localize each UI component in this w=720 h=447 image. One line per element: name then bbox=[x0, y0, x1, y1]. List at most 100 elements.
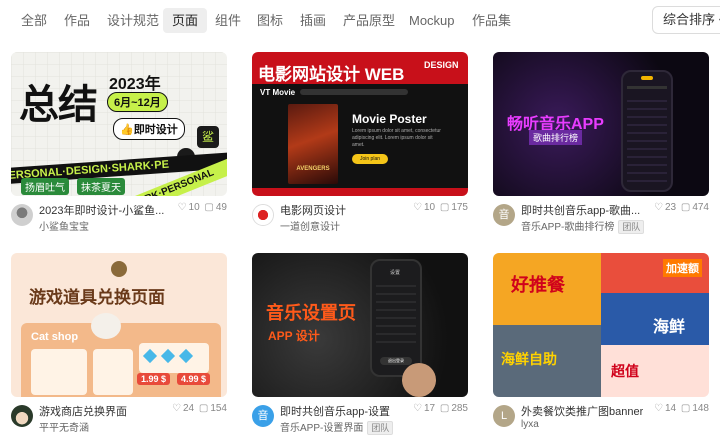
avatar[interactable]: 音 bbox=[493, 204, 515, 226]
comment-icon[interactable]: ▢ bbox=[199, 403, 208, 414]
card-title[interactable]: 游戏商店兑换界面 bbox=[39, 403, 127, 419]
card-thumbnail[interactable]: 音乐设置页 APP 设计 设置 退出登录 bbox=[252, 253, 468, 397]
price-tag: 1.99 $ bbox=[137, 373, 171, 385]
banner-text: 超值 bbox=[611, 363, 639, 379]
summary-headline: 总结 bbox=[19, 83, 98, 127]
music-sub: 歌曲排行榜 bbox=[529, 130, 583, 145]
tab-pages[interactable]: 页面 bbox=[163, 8, 208, 33]
card-author[interactable]: 平平无奇涵 bbox=[39, 419, 89, 434]
tab-components[interactable]: 组件 bbox=[206, 8, 250, 33]
sort-dropdown[interactable]: 综合排序▾ bbox=[652, 6, 720, 34]
nav-bar bbox=[300, 89, 408, 95]
tag-chip: 抹茶夏天 bbox=[77, 178, 125, 195]
jishi-badge: 👍即时设计 bbox=[113, 118, 185, 140]
heart-icon[interactable]: ♡ bbox=[413, 403, 422, 414]
avatar[interactable] bbox=[252, 204, 274, 226]
tab-works[interactable]: 作品 bbox=[55, 8, 99, 33]
card-author[interactable]: 音乐APP-设置界面 团队 bbox=[280, 419, 394, 435]
category-tabbar: 全部 作品 设计规范 页面 组件 图标 插画 产品原型 Mockup 作品集 综… bbox=[0, 0, 720, 42]
settings-sub: APP 设计 bbox=[268, 329, 320, 343]
card-stats: ♡ 24 ▢ 154 bbox=[170, 403, 227, 414]
avatar[interactable] bbox=[11, 204, 33, 226]
card-stats: ♡ 10 ▢ 49 bbox=[176, 202, 227, 213]
card-title[interactable]: 即时共创音乐app-设置 bbox=[280, 403, 390, 419]
side-badge: 鲨 bbox=[197, 126, 219, 148]
tab-icons[interactable]: 图标 bbox=[248, 8, 292, 33]
tab-illustrations[interactable]: 插画 bbox=[291, 8, 335, 33]
tab-mockup[interactable]: Mockup bbox=[400, 8, 464, 33]
card-title[interactable]: 外卖餐饮类推广图banner bbox=[521, 403, 643, 419]
site-brand: VT Movie bbox=[260, 88, 296, 97]
heart-icon[interactable]: ♡ bbox=[654, 202, 663, 213]
banner-text: 海鲜自助 bbox=[501, 351, 557, 367]
avatar[interactable] bbox=[11, 405, 33, 427]
heart-icon[interactable]: ♡ bbox=[172, 403, 181, 414]
tab-prototypes[interactable]: 产品原型 bbox=[334, 8, 404, 33]
card-title[interactable]: 2023年即时设计-小鲨鱼... bbox=[39, 202, 164, 218]
year-label: 2023年 bbox=[109, 76, 161, 93]
card-author[interactable]: lyxa bbox=[521, 419, 539, 430]
design-tag: DESIGN bbox=[424, 60, 459, 70]
comment-icon[interactable]: ▢ bbox=[440, 403, 449, 414]
heart-icon[interactable]: ♡ bbox=[413, 202, 422, 213]
range-badge: 6月~12月 bbox=[107, 92, 168, 112]
comment-icon[interactable]: ▢ bbox=[681, 403, 690, 414]
phone-mockup: 设置 退出登录 bbox=[370, 259, 422, 377]
banner-text: 海鲜 bbox=[653, 319, 686, 336]
tab-portfolio[interactable]: 作品集 bbox=[463, 8, 520, 33]
sort-label: 综合排序 bbox=[663, 12, 716, 27]
heart-icon[interactable]: ♡ bbox=[654, 403, 663, 414]
poster-image: AVENGERS bbox=[288, 104, 338, 184]
card-thumbnail[interactable]: 好推餐 加速额 海鲜 海鲜自助 超值 bbox=[493, 253, 709, 397]
avatar[interactable]: L bbox=[493, 405, 515, 427]
comment-count: 175 bbox=[451, 202, 468, 213]
card-author[interactable]: 小鲨鱼宝宝 bbox=[39, 218, 89, 233]
comment-icon[interactable]: ▢ bbox=[681, 202, 690, 213]
join-plan-button: Join plan bbox=[352, 154, 388, 164]
card-thumbnail[interactable]: 总结 2023年 6月~12月 👍即时设计 鲨 PERSONAL·DESIGN·… bbox=[11, 52, 227, 196]
card-author[interactable]: 音乐APP-歌曲排行榜 团队 bbox=[521, 218, 645, 234]
comment-count: 49 bbox=[215, 202, 227, 213]
team-badge: 团队 bbox=[367, 421, 394, 435]
price-tag: 4.99 $ bbox=[177, 373, 211, 385]
gem-tile bbox=[139, 343, 209, 373]
comment-count: 148 bbox=[692, 403, 709, 414]
tab-all[interactable]: 全部 bbox=[12, 8, 56, 33]
like-count: 14 bbox=[664, 403, 677, 414]
card-title[interactable]: 电影网页设计 bbox=[280, 202, 346, 218]
comment-count: 474 bbox=[692, 202, 709, 213]
like-count: 17 bbox=[423, 403, 436, 414]
card-thumbnail[interactable]: 游戏道具兑换页面 Cat shop 1.99 $ 4.99 $ bbox=[11, 253, 227, 397]
item-tile bbox=[93, 349, 133, 395]
card-stats: ♡ 23 ▢ 474 bbox=[652, 202, 709, 213]
card-stats: ♡ 14 ▢ 148 bbox=[652, 403, 709, 414]
poster-title: Movie Poster bbox=[352, 112, 427, 126]
shop-title: Cat shop bbox=[31, 331, 79, 343]
like-count: 23 bbox=[664, 202, 677, 213]
team-badge: 团队 bbox=[618, 220, 645, 234]
banner-text: 加速额 bbox=[663, 259, 702, 277]
card-stats: ♡ 17 ▢ 285 bbox=[411, 403, 468, 414]
comment-count: 285 bbox=[451, 403, 468, 414]
cat-mascot bbox=[91, 313, 121, 339]
comment-icon[interactable]: ▢ bbox=[440, 202, 449, 213]
tab-design-spec[interactable]: 设计规范 bbox=[98, 8, 168, 33]
card-title[interactable]: 即时共创音乐app-歌曲... bbox=[521, 202, 640, 218]
card-stats: ♡ 10 ▢ 175 bbox=[411, 202, 468, 213]
avatar[interactable]: 音 bbox=[252, 405, 274, 427]
banner-text: 好推餐 bbox=[511, 275, 565, 295]
banner-headline: 电影网站设计 WEB bbox=[258, 65, 405, 84]
card-thumbnail[interactable]: 畅听音乐APP 歌曲排行榜 bbox=[493, 52, 709, 196]
like-count: 10 bbox=[423, 202, 436, 213]
like-count: 10 bbox=[188, 202, 200, 213]
item-tile bbox=[31, 349, 87, 395]
card-thumbnail[interactable]: 电影网站设计 WEB DESIGN VT Movie AVENGERS Movi… bbox=[252, 52, 468, 196]
comment-count: 154 bbox=[210, 403, 227, 414]
card-author[interactable]: 一道创意设计 bbox=[280, 218, 340, 233]
hand-graphic bbox=[402, 363, 436, 397]
comment-icon[interactable]: ▢ bbox=[204, 202, 213, 213]
phone-mockup bbox=[621, 70, 673, 192]
settings-headline: 音乐设置页 bbox=[266, 303, 356, 323]
heart-icon[interactable]: ♡ bbox=[178, 202, 187, 213]
like-count: 24 bbox=[182, 403, 195, 414]
